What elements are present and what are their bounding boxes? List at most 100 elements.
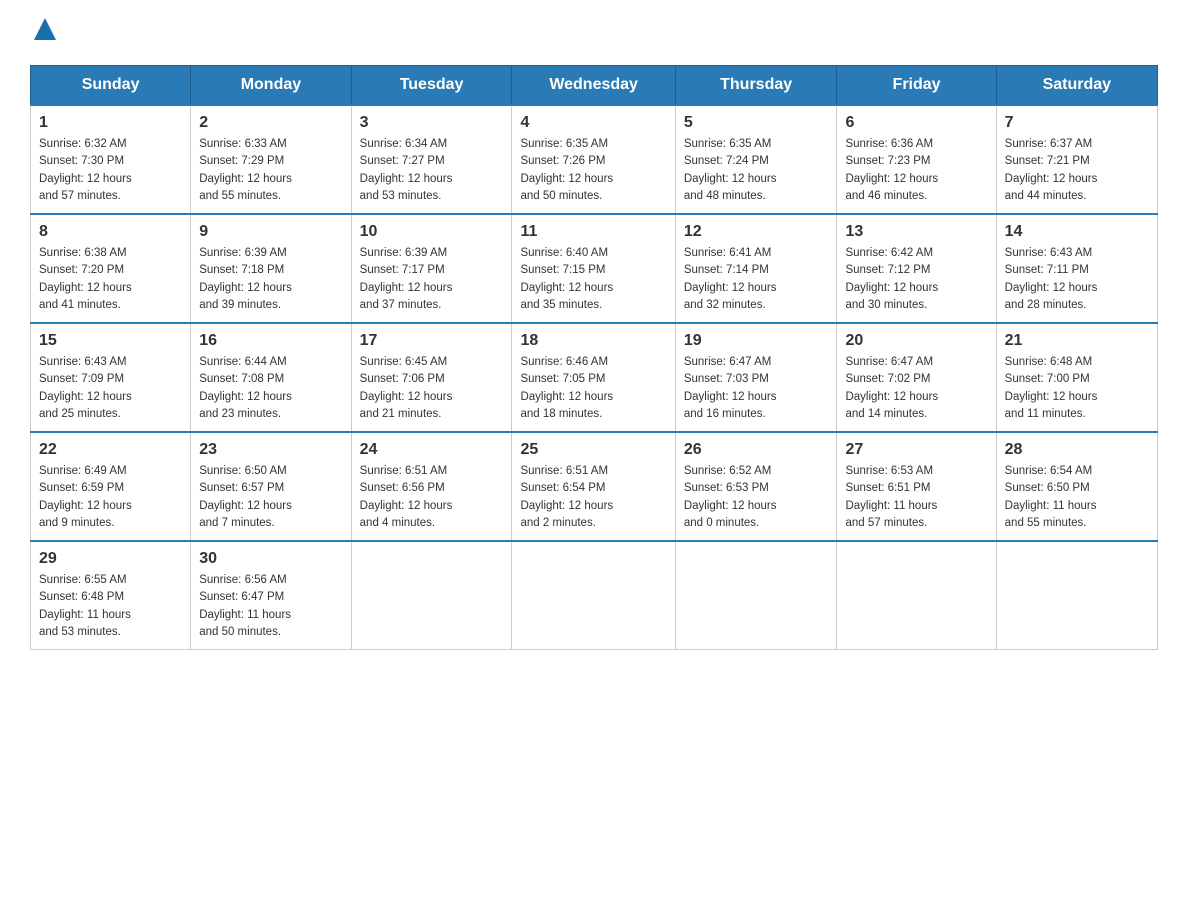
day-info-4: Sunrise: 6:35 AMSunset: 7:26 PMDaylight:… — [520, 136, 666, 205]
empty-cell-w4-3 — [512, 541, 675, 650]
calendar-cell-30: 30 Sunrise: 6:56 AMSunset: 6:47 PMDayligh… — [191, 541, 351, 650]
day-info-24: Sunrise: 6:51 AMSunset: 6:56 PMDaylight:… — [360, 463, 504, 532]
header-sunday: Sunday — [31, 66, 191, 106]
day-number-24: 24 — [360, 441, 504, 459]
calendar-cell-20: 20 Sunrise: 6:47 AMSunset: 7:02 PMDayligh… — [837, 323, 996, 432]
calendar-cell-25: 25Sunrise: 6:51 AMSunset: 6:54 PMDayligh… — [512, 432, 675, 541]
day-info-14: Sunrise: 6:43 AMSunset: 7:11 PMDaylight:… — [1005, 245, 1149, 314]
day-number-30: 30 — [199, 550, 342, 568]
day-info-29: Sunrise: 6:55 AMSunset: 6:48 PMDaylight:… — [39, 572, 182, 641]
calendar-cell-16: 16Sunrise: 6:44 AMSunset: 7:08 PMDayligh… — [191, 323, 351, 432]
day-info-26: Sunrise: 6:52 AMSunset: 6:53 PMDaylight:… — [684, 463, 829, 532]
day-number-6: 6 — [845, 114, 987, 132]
day-number-21: 21 — [1005, 332, 1149, 350]
day-number-19: 19 — [684, 332, 829, 350]
day-number-26: 26 — [684, 441, 829, 459]
day-number-4: 4 — [520, 114, 666, 132]
day-info-30: Sunrise: 6:56 AMSunset: 6:47 PMDaylight:… — [199, 572, 342, 641]
day-number-15: 15 — [39, 332, 182, 350]
day-number-13: 13 — [845, 223, 987, 241]
day-number-7: 7 — [1005, 114, 1149, 132]
logo-triangle-icon — [34, 18, 56, 40]
calendar-cell-9: 9 Sunrise: 6:39 AMSunset: 7:18 PMDaylight… — [191, 214, 351, 323]
day-number-16: 16 — [199, 332, 342, 350]
day-info-5: Sunrise: 6:35 AMSunset: 7:24 PMDaylight:… — [684, 136, 829, 205]
day-info-10: Sunrise: 6:39 AMSunset: 7:17 PMDaylight:… — [360, 245, 504, 314]
day-number-29: 29 — [39, 550, 182, 568]
calendar-cell-10: 10 Sunrise: 6:39 AMSunset: 7:17 PMDayligh… — [351, 214, 512, 323]
calendar-table: SundayMondayTuesdayWednesdayThursdayFrid… — [30, 65, 1158, 650]
calendar-cell-14: 14 Sunrise: 6:43 AMSunset: 7:11 PMDayligh… — [996, 214, 1157, 323]
calendar-cell-2: 2Sunrise: 6:33 AMSunset: 7:29 PMDaylight… — [191, 105, 351, 214]
calendar-cell-6: 6 Sunrise: 6:36 AMSunset: 7:23 PMDaylight… — [837, 105, 996, 214]
header-thursday: Thursday — [675, 66, 837, 106]
day-number-22: 22 — [39, 441, 182, 459]
day-info-15: Sunrise: 6:43 AMSunset: 7:09 PMDaylight:… — [39, 354, 182, 423]
calendar-cell-21: 21Sunrise: 6:48 AMSunset: 7:00 PMDayligh… — [996, 323, 1157, 432]
calendar-cell-15: 15 Sunrise: 6:43 AMSunset: 7:09 PMDayligh… — [31, 323, 191, 432]
day-info-7: Sunrise: 6:37 AMSunset: 7:21 PMDaylight:… — [1005, 136, 1149, 205]
day-number-17: 17 — [360, 332, 504, 350]
header-monday: Monday — [191, 66, 351, 106]
calendar-cell-13: 13Sunrise: 6:42 AMSunset: 7:12 PMDayligh… — [837, 214, 996, 323]
day-info-6: Sunrise: 6:36 AMSunset: 7:23 PMDaylight:… — [845, 136, 987, 205]
day-number-10: 10 — [360, 223, 504, 241]
page-header — [30, 20, 1158, 45]
day-info-1: Sunrise: 6:32 AMSunset: 7:30 PMDaylight:… — [39, 136, 182, 205]
day-number-1: 1 — [39, 114, 182, 132]
day-info-3: Sunrise: 6:34 AMSunset: 7:27 PMDaylight:… — [360, 136, 504, 205]
week-row-2: 8Sunrise: 6:38 AMSunset: 7:20 PMDaylight… — [31, 214, 1158, 323]
calendar-cell-22: 22 Sunrise: 6:49 AMSunset: 6:59 PMDayligh… — [31, 432, 191, 541]
day-number-27: 27 — [845, 441, 987, 459]
header-row: SundayMondayTuesdayWednesdayThursdayFrid… — [31, 66, 1158, 106]
empty-cell-w4-2 — [351, 541, 512, 650]
day-number-12: 12 — [684, 223, 829, 241]
calendar-cell-28: 28Sunrise: 6:54 AMSunset: 6:50 PMDayligh… — [996, 432, 1157, 541]
calendar-cell-11: 11 Sunrise: 6:40 AMSunset: 7:15 PMDayligh… — [512, 214, 675, 323]
empty-cell-w4-5 — [837, 541, 996, 650]
calendar-cell-19: 19Sunrise: 6:47 AMSunset: 7:03 PMDayligh… — [675, 323, 837, 432]
header-wednesday: Wednesday — [512, 66, 675, 106]
day-info-9: Sunrise: 6:39 AMSunset: 7:18 PMDaylight:… — [199, 245, 342, 314]
calendar-cell-23: 23 Sunrise: 6:50 AMSunset: 6:57 PMDayligh… — [191, 432, 351, 541]
day-info-8: Sunrise: 6:38 AMSunset: 7:20 PMDaylight:… — [39, 245, 182, 314]
week-row-4: 22 Sunrise: 6:49 AMSunset: 6:59 PMDayligh… — [31, 432, 1158, 541]
calendar-cell-24: 24 Sunrise: 6:51 AMSunset: 6:56 PMDayligh… — [351, 432, 512, 541]
day-info-27: Sunrise: 6:53 AMSunset: 6:51 PMDaylight:… — [845, 463, 987, 532]
day-info-28: Sunrise: 6:54 AMSunset: 6:50 PMDaylight:… — [1005, 463, 1149, 532]
week-row-3: 15 Sunrise: 6:43 AMSunset: 7:09 PMDayligh… — [31, 323, 1158, 432]
calendar-cell-26: 26 Sunrise: 6:52 AMSunset: 6:53 PMDayligh… — [675, 432, 837, 541]
day-info-22: Sunrise: 6:49 AMSunset: 6:59 PMDaylight:… — [39, 463, 182, 532]
day-info-25: Sunrise: 6:51 AMSunset: 6:54 PMDaylight:… — [520, 463, 666, 532]
empty-cell-w4-6 — [996, 541, 1157, 650]
header-tuesday: Tuesday — [351, 66, 512, 106]
day-number-2: 2 — [199, 114, 342, 132]
day-info-20: Sunrise: 6:47 AMSunset: 7:02 PMDaylight:… — [845, 354, 987, 423]
calendar-cell-1: 1 Sunrise: 6:32 AMSunset: 7:30 PMDaylight… — [31, 105, 191, 214]
week-row-1: 1 Sunrise: 6:32 AMSunset: 7:30 PMDaylight… — [31, 105, 1158, 214]
day-info-12: Sunrise: 6:41 AMSunset: 7:14 PMDaylight:… — [684, 245, 829, 314]
day-number-14: 14 — [1005, 223, 1149, 241]
day-number-20: 20 — [845, 332, 987, 350]
calendar-cell-7: 7 Sunrise: 6:37 AMSunset: 7:21 PMDaylight… — [996, 105, 1157, 214]
calendar-cell-27: 27 Sunrise: 6:53 AMSunset: 6:51 PMDayligh… — [837, 432, 996, 541]
calendar-cell-17: 17Sunrise: 6:45 AMSunset: 7:06 PMDayligh… — [351, 323, 512, 432]
week-row-5: 29 Sunrise: 6:55 AMSunset: 6:48 PMDayligh… — [31, 541, 1158, 650]
calendar-cell-5: 5 Sunrise: 6:35 AMSunset: 7:24 PMDaylight… — [675, 105, 837, 214]
logo — [30, 20, 56, 45]
calendar-cell-18: 18 Sunrise: 6:46 AMSunset: 7:05 PMDayligh… — [512, 323, 675, 432]
day-info-18: Sunrise: 6:46 AMSunset: 7:05 PMDaylight:… — [520, 354, 666, 423]
day-number-3: 3 — [360, 114, 504, 132]
day-number-5: 5 — [684, 114, 829, 132]
header-saturday: Saturday — [996, 66, 1157, 106]
day-number-11: 11 — [520, 223, 666, 241]
day-number-9: 9 — [199, 223, 342, 241]
day-number-18: 18 — [520, 332, 666, 350]
calendar-cell-4: 4 Sunrise: 6:35 AMSunset: 7:26 PMDaylight… — [512, 105, 675, 214]
calendar-cell-8: 8Sunrise: 6:38 AMSunset: 7:20 PMDaylight… — [31, 214, 191, 323]
day-info-11: Sunrise: 6:40 AMSunset: 7:15 PMDaylight:… — [520, 245, 666, 314]
day-number-23: 23 — [199, 441, 342, 459]
empty-cell-w4-4 — [675, 541, 837, 650]
day-info-23: Sunrise: 6:50 AMSunset: 6:57 PMDaylight:… — [199, 463, 342, 532]
calendar-cell-3: 3 Sunrise: 6:34 AMSunset: 7:27 PMDaylight… — [351, 105, 512, 214]
